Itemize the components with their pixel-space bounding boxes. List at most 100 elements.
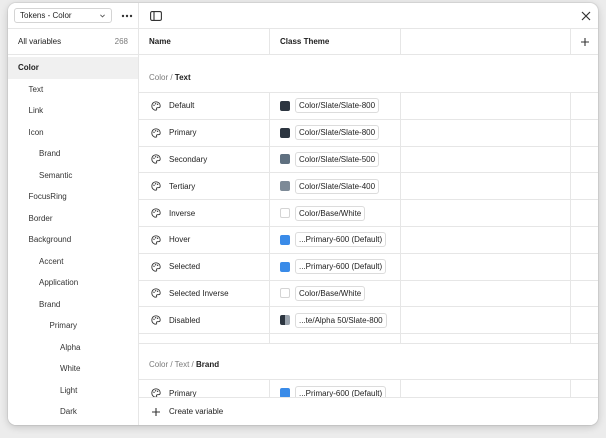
variable-name-cell[interactable]: Secondary: [139, 146, 270, 173]
color-swatch: [280, 100, 290, 111]
more-icon[interactable]: [120, 9, 134, 23]
sidebar-item-text[interactable]: Text: [8, 79, 138, 101]
alias-pill[interactable]: ...te/Alpha 50/Slate-800: [295, 312, 387, 328]
sidebar-item-primary[interactable]: Primary: [8, 315, 138, 337]
sidebar-item-label: Brand: [39, 299, 61, 309]
all-variables-item[interactable]: All variables 268: [8, 29, 138, 55]
empty-cell: [401, 280, 571, 307]
variable-name: Primary: [169, 128, 197, 138]
table-row[interactable]: Tertiary Color/Slate/Slate-400: [139, 173, 598, 201]
palette-icon: [151, 128, 161, 138]
sidebar-item-semantic[interactable]: Semantic: [8, 165, 138, 187]
color-swatch: [280, 208, 290, 219]
alias-pill[interactable]: ...Primary-600 (Default): [295, 259, 387, 275]
variable-name-cell[interactable]: Primary: [139, 119, 270, 146]
empty-cell: [571, 93, 598, 119]
variable-value-cell[interactable]: Color/Slate/Slate-800: [270, 93, 401, 119]
sidebar-item-border[interactable]: Border: [8, 208, 138, 230]
variable-value-cell[interactable]: Color/Base/White: [270, 280, 401, 307]
sidebar-item-label: Alpha: [60, 342, 81, 352]
variable-name-cell[interactable]: Hover: [139, 226, 270, 253]
sidebar-item-link[interactable]: Link: [8, 100, 138, 122]
sidebar-item-light[interactable]: Light: [8, 380, 138, 402]
variable-name-cell[interactable]: Tertiary: [139, 173, 270, 200]
sidebar-item-label: Primary: [49, 321, 78, 331]
sidebar-toggle-icon[interactable]: [149, 9, 163, 23]
collection-dropdown[interactable]: Tokens - Color: [14, 8, 112, 23]
color-swatch: [280, 154, 290, 165]
empty-cell: [571, 227, 598, 253]
sidebar-item-application[interactable]: Application: [8, 272, 138, 294]
alias-pill[interactable]: Color/Slate/Slate-800: [295, 125, 380, 141]
all-variables-label: All variables: [18, 37, 62, 46]
alias-pill[interactable]: Color/Base/White: [295, 285, 366, 301]
create-variable-button[interactable]: Create variable: [139, 397, 598, 425]
alias-pill[interactable]: Color/Slate/Slate-500: [295, 151, 380, 167]
empty-cell: [571, 147, 598, 173]
sidebar-item-label: FocusRing: [28, 192, 67, 202]
variable-value-cell[interactable]: ...Primary-600 (Default): [270, 380, 401, 397]
collection-name: Tokens - Color: [20, 11, 72, 20]
empty-cell: [401, 226, 571, 253]
table-row[interactable]: Disabled ...te/Alpha 50/Slate-800: [139, 307, 598, 335]
sidebar-item-dark[interactable]: Dark: [8, 401, 138, 423]
group-title: Brand: [196, 360, 220, 370]
group-path: Color / Text /: [149, 360, 194, 370]
variable-value-cell[interactable]: ...Primary-600 (Default): [270, 226, 401, 253]
empty-cell: [401, 173, 571, 200]
table-row[interactable]: Inverse Color/Base/White: [139, 200, 598, 227]
alias-pill[interactable]: Color/Slate/Slate-400: [295, 178, 380, 194]
chevron-down-icon: [100, 14, 105, 18]
variable-value-cell[interactable]: Color/Base/White: [270, 200, 401, 226]
table-row[interactable]: Secondary Color/Slate/Slate-500: [139, 146, 598, 174]
table-row[interactable]: Selected ...Primary-600 (Default): [139, 253, 598, 281]
alias-pill[interactable]: Color/Base/White: [295, 205, 366, 221]
sidebar: Tokens - Color All variables 268 Color Te…: [8, 3, 139, 425]
sidebar-item-color[interactable]: Color: [8, 57, 138, 79]
group-tree: Color Text Link Icon Brand Semantic FocusRing B…: [8, 55, 138, 423]
empty-cell: [571, 281, 598, 307]
table-row[interactable]: Default Color/Slate/Slate-800: [139, 93, 598, 120]
variable-value-cell[interactable]: Color/Slate/Slate-500: [270, 146, 401, 173]
variable-value-cell[interactable]: ...Primary-600 (Default): [270, 253, 401, 280]
table-row[interactable]: Primary ...Primary-600 (Default): [139, 380, 598, 397]
sidebar-item-focusring[interactable]: FocusRing: [8, 186, 138, 208]
variable-value-cell[interactable]: Color/Slate/Slate-400: [270, 173, 401, 200]
alias-pill[interactable]: ...Primary-600 (Default): [295, 232, 387, 248]
variable-name-cell[interactable]: Selected: [139, 253, 270, 280]
color-swatch: [280, 181, 290, 192]
sidebar-item-brand[interactable]: Brand: [8, 143, 138, 165]
sidebar-item-label: White: [60, 364, 81, 374]
table-row[interactable]: Primary Color/Slate/Slate-800: [139, 119, 598, 147]
variable-value-cell[interactable]: ...te/Alpha 50/Slate-800: [270, 307, 401, 334]
variable-name-cell[interactable]: Primary: [139, 380, 270, 397]
sidebar-item-accent[interactable]: Accent: [8, 251, 138, 273]
sidebar-item-alpha[interactable]: Alpha: [8, 337, 138, 359]
variable-name: Tertiary: [169, 181, 196, 191]
sidebar-item-background[interactable]: Background: [8, 229, 138, 251]
column-header: Name Class Theme: [139, 29, 598, 55]
variable-name: Selected: [169, 262, 201, 272]
palette-icon: [151, 388, 161, 397]
table-row[interactable]: Hover ...Primary-600 (Default): [139, 226, 598, 254]
alias-pill[interactable]: Color/Slate/Slate-800: [295, 98, 380, 114]
alias-pill[interactable]: ...Primary-600 (Default): [295, 385, 387, 397]
column-theme-header[interactable]: Class Theme: [270, 29, 401, 54]
group-header: Color / Text / Brand: [139, 344, 598, 381]
table-row[interactable]: Selected Inverse Color/Base/White: [139, 280, 598, 308]
close-icon[interactable]: [579, 9, 593, 23]
variable-name-cell[interactable]: Selected Inverse: [139, 280, 270, 307]
sidebar-item-white[interactable]: White: [8, 358, 138, 380]
sidebar-item-icon[interactable]: Icon: [8, 122, 138, 144]
plus-icon[interactable]: [571, 29, 598, 54]
group-header: Color / Text: [139, 55, 598, 93]
sidebar-item-brand[interactable]: Brand: [8, 294, 138, 316]
variable-value-cell[interactable]: Color/Slate/Slate-800: [270, 119, 401, 146]
variable-name-cell[interactable]: Default: [139, 93, 270, 119]
variable-name-cell[interactable]: Disabled: [139, 307, 270, 334]
variable-name: Selected Inverse: [169, 288, 229, 298]
empty-cell: [401, 146, 571, 173]
sidebar-item-label: Color: [18, 63, 39, 73]
variable-name-cell[interactable]: Inverse: [139, 200, 270, 226]
palette-icon: [151, 288, 161, 299]
